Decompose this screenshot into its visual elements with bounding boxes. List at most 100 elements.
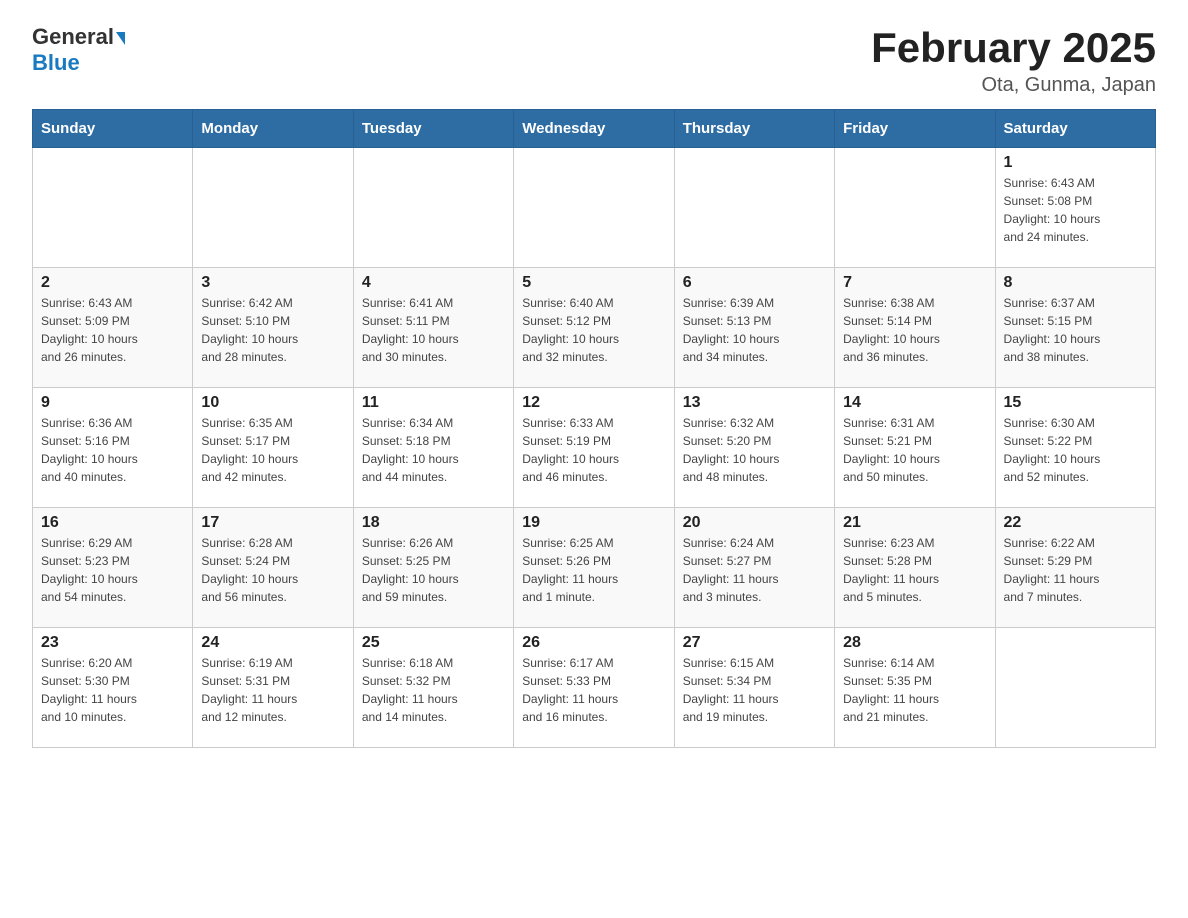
day-number: 17 [201,514,344,532]
day-info: Sunrise: 6:36 AM Sunset: 5:16 PM Dayligh… [41,414,184,486]
calendar-week-row: 9Sunrise: 6:36 AM Sunset: 5:16 PM Daylig… [33,388,1156,508]
day-info: Sunrise: 6:39 AM Sunset: 5:13 PM Dayligh… [683,294,826,366]
day-info: Sunrise: 6:34 AM Sunset: 5:18 PM Dayligh… [362,414,505,486]
page-header: General Blue February 2025 Ota, Gunma, J… [32,24,1156,97]
calendar-cell [995,628,1155,748]
calendar-cell: 15 Sunrise: 6:30 AM Sunset: 5:22 PM Dayli… [995,388,1155,508]
day-info: Sunrise: 6:22 AM Sunset: 5:29 PM Dayligh… [1004,534,1147,606]
calendar-cell: 18 Sunrise: 6:26 AM Sunset: 5:25 PM Dayli… [353,508,513,628]
day-number: 14 [843,394,986,412]
logo-icon: General Blue [32,24,125,76]
day-info: Sunrise: 6:28 AM Sunset: 5:24 PM Dayligh… [201,534,344,606]
calendar-cell: 20 Sunrise: 6:24 AM Sunset: 5:27 PM Dayli… [674,508,834,628]
day-number: 3 [201,274,344,292]
logo-blue-text: Blue [32,50,80,76]
day-info: Sunrise: 6:43 AM Sunset: 5:09 PM Dayligh… [41,294,184,366]
day-number: 23 [41,634,184,652]
day-info: Sunrise: 6:15 AM Sunset: 5:34 PM Dayligh… [683,654,826,726]
day-number: 7 [843,274,986,292]
calendar-week-row: 23 Sunrise: 6:20 AM Sunset: 5:30 PM Dayli… [33,628,1156,748]
calendar-cell [193,148,353,268]
page-title: February 2025 [871,24,1156,72]
weekday-header-wednesday: Wednesday [514,110,674,148]
day-number: 19 [522,514,665,532]
day-info: Sunrise: 6:31 AM Sunset: 5:21 PM Dayligh… [843,414,986,486]
weekday-header-friday: Friday [835,110,995,148]
page-subtitle: Ota, Gunma, Japan [871,74,1156,97]
day-number: 10 [201,394,344,412]
day-info: Sunrise: 6:41 AM Sunset: 5:11 PM Dayligh… [362,294,505,366]
day-number: 27 [683,634,826,652]
day-info: Sunrise: 6:18 AM Sunset: 5:32 PM Dayligh… [362,654,505,726]
weekday-header-tuesday: Tuesday [353,110,513,148]
day-number: 5 [522,274,665,292]
calendar-cell: 4 Sunrise: 6:41 AM Sunset: 5:11 PM Daylig… [353,268,513,388]
day-number: 18 [362,514,505,532]
day-number: 15 [1004,394,1147,412]
day-info: Sunrise: 6:24 AM Sunset: 5:27 PM Dayligh… [683,534,826,606]
logo: General Blue [32,24,125,76]
calendar-cell: 8 Sunrise: 6:37 AM Sunset: 5:15 PM Daylig… [995,268,1155,388]
day-number: 13 [683,394,826,412]
day-info: Sunrise: 6:40 AM Sunset: 5:12 PM Dayligh… [522,294,665,366]
calendar-cell: 14 Sunrise: 6:31 AM Sunset: 5:21 PM Dayli… [835,388,995,508]
day-info: Sunrise: 6:14 AM Sunset: 5:35 PM Dayligh… [843,654,986,726]
day-info: Sunrise: 6:38 AM Sunset: 5:14 PM Dayligh… [843,294,986,366]
logo-general-text: General [32,24,114,50]
calendar-cell [353,148,513,268]
day-number: 21 [843,514,986,532]
day-info: Sunrise: 6:25 AM Sunset: 5:26 PM Dayligh… [522,534,665,606]
calendar-cell: 1 Sunrise: 6:43 AM Sunset: 5:08 PM Daylig… [995,148,1155,268]
calendar-cell: 27 Sunrise: 6:15 AM Sunset: 5:34 PM Dayli… [674,628,834,748]
calendar-cell: 16Sunrise: 6:29 AM Sunset: 5:23 PM Dayli… [33,508,193,628]
calendar-cell [674,148,834,268]
calendar-table: SundayMondayTuesdayWednesdayThursdayFrid… [32,109,1156,748]
calendar-cell [514,148,674,268]
weekday-header-saturday: Saturday [995,110,1155,148]
day-number: 16 [41,514,184,532]
day-info: Sunrise: 6:35 AM Sunset: 5:17 PM Dayligh… [201,414,344,486]
calendar-cell: 3 Sunrise: 6:42 AM Sunset: 5:10 PM Daylig… [193,268,353,388]
day-number: 20 [683,514,826,532]
day-info: Sunrise: 6:30 AM Sunset: 5:22 PM Dayligh… [1004,414,1147,486]
day-info: Sunrise: 6:20 AM Sunset: 5:30 PM Dayligh… [41,654,184,726]
weekday-header-thursday: Thursday [674,110,834,148]
day-info: Sunrise: 6:17 AM Sunset: 5:33 PM Dayligh… [522,654,665,726]
day-number: 2 [41,274,184,292]
calendar-cell: 12Sunrise: 6:33 AM Sunset: 5:19 PM Dayli… [514,388,674,508]
weekday-header-sunday: Sunday [33,110,193,148]
calendar-cell [835,148,995,268]
day-number: 12 [522,394,665,412]
calendar-cell: 21 Sunrise: 6:23 AM Sunset: 5:28 PM Dayli… [835,508,995,628]
calendar-cell: 10 Sunrise: 6:35 AM Sunset: 5:17 PM Dayli… [193,388,353,508]
day-info: Sunrise: 6:42 AM Sunset: 5:10 PM Dayligh… [201,294,344,366]
calendar-cell: 17 Sunrise: 6:28 AM Sunset: 5:24 PM Dayli… [193,508,353,628]
day-info: Sunrise: 6:37 AM Sunset: 5:15 PM Dayligh… [1004,294,1147,366]
calendar-cell: 6 Sunrise: 6:39 AM Sunset: 5:13 PM Daylig… [674,268,834,388]
day-number: 22 [1004,514,1147,532]
day-info: Sunrise: 6:32 AM Sunset: 5:20 PM Dayligh… [683,414,826,486]
day-info: Sunrise: 6:26 AM Sunset: 5:25 PM Dayligh… [362,534,505,606]
calendar-cell: 9Sunrise: 6:36 AM Sunset: 5:16 PM Daylig… [33,388,193,508]
calendar-week-row: 2 Sunrise: 6:43 AM Sunset: 5:09 PM Daylig… [33,268,1156,388]
day-number: 4 [362,274,505,292]
day-number: 24 [201,634,344,652]
day-number: 6 [683,274,826,292]
calendar-cell: 7 Sunrise: 6:38 AM Sunset: 5:14 PM Daylig… [835,268,995,388]
calendar-cell: 5 Sunrise: 6:40 AM Sunset: 5:12 PM Daylig… [514,268,674,388]
title-block: February 2025 Ota, Gunma, Japan [871,24,1156,97]
calendar-cell: 25Sunrise: 6:18 AM Sunset: 5:32 PM Dayli… [353,628,513,748]
day-number: 8 [1004,274,1147,292]
calendar-cell: 26 Sunrise: 6:17 AM Sunset: 5:33 PM Dayli… [514,628,674,748]
day-info: Sunrise: 6:23 AM Sunset: 5:28 PM Dayligh… [843,534,986,606]
day-number: 28 [843,634,986,652]
day-info: Sunrise: 6:43 AM Sunset: 5:08 PM Dayligh… [1004,174,1147,246]
calendar-header-row: SundayMondayTuesdayWednesdayThursdayFrid… [33,110,1156,148]
calendar-cell: 28 Sunrise: 6:14 AM Sunset: 5:35 PM Dayli… [835,628,995,748]
day-number: 1 [1004,154,1147,172]
logo-arrow-icon [116,32,125,45]
day-number: 11 [362,394,505,412]
calendar-cell: 13 Sunrise: 6:32 AM Sunset: 5:20 PM Dayli… [674,388,834,508]
day-number: 26 [522,634,665,652]
calendar-cell: 24Sunrise: 6:19 AM Sunset: 5:31 PM Dayli… [193,628,353,748]
